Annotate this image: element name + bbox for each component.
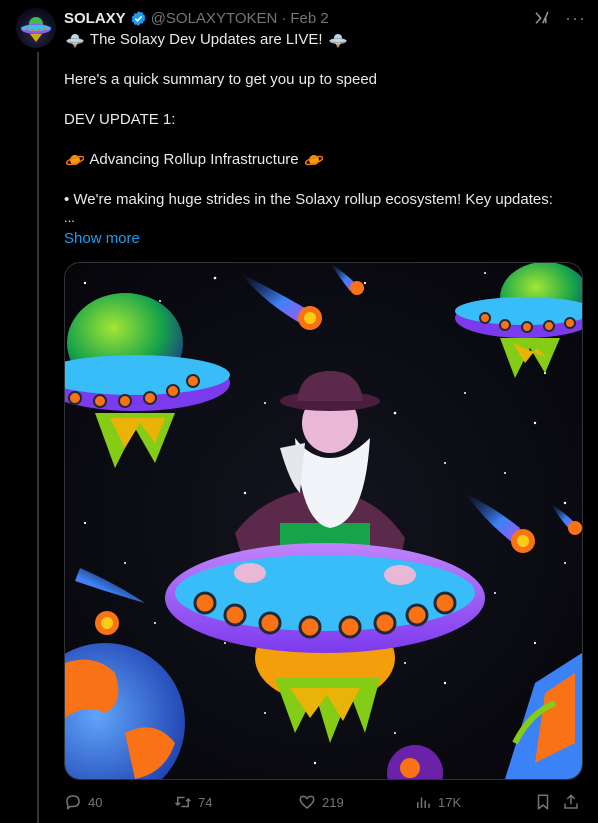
reply-count: 40 — [88, 794, 103, 810]
post-line-4: Advancing Rollup Infrastructure — [64, 150, 325, 170]
author-name[interactable]: SOLAXY — [64, 10, 126, 27]
reply-icon — [66, 795, 80, 810]
repost-count: 74 — [198, 794, 213, 810]
verified-badge-icon — [131, 10, 145, 26]
views-button[interactable]: 17K — [414, 790, 461, 814]
bookmark-button[interactable] — [534, 790, 552, 814]
show-more-link[interactable]: Show more — [64, 230, 140, 247]
grok-icon[interactable] — [533, 9, 551, 27]
ufo-emoji-icon — [329, 34, 347, 49]
post-line-5: • We're making huge strides in the Solax… — [64, 191, 553, 208]
post-date[interactable]: Feb 2 — [290, 10, 328, 27]
ufo-emoji-icon — [66, 34, 84, 49]
post-line-1: The Solaxy Dev Updates are LIVE! — [64, 30, 349, 50]
bookmark-icon — [537, 794, 549, 810]
more-options-icon[interactable]: ··· — [565, 9, 586, 27]
post-header: SOLAXY @SOLAXYTOKEN · Feb 2 ··· — [64, 8, 586, 28]
post-ellipsis: ... — [64, 210, 75, 225]
views-count: 17K — [438, 794, 462, 810]
like-button[interactable]: 219 — [298, 790, 344, 814]
reply-button[interactable]: 40 — [64, 790, 102, 814]
action-bar: 40 74 219 17K — [64, 790, 584, 814]
post-image[interactable] — [64, 262, 583, 780]
repost-button[interactable]: 74 — [174, 790, 212, 814]
post-line-3: DEV UPDATE 1: — [64, 111, 176, 128]
like-count: 219 — [322, 794, 344, 810]
share-button[interactable] — [562, 790, 580, 814]
post-line-2: Here's a quick summary to get you up to … — [64, 71, 378, 88]
views-icon — [417, 797, 430, 808]
ufo-avatar-icon[interactable] — [16, 8, 56, 48]
thread-line — [37, 52, 39, 823]
repost-icon — [174, 796, 192, 808]
separator-dot: · — [281, 9, 287, 27]
share-icon — [564, 794, 578, 809]
heart-icon — [299, 795, 315, 809]
author-handle[interactable]: @SOLAXYTOKEN — [151, 10, 278, 27]
ringed-planet-emoji-icon — [66, 155, 84, 166]
ringed-planet-emoji-icon — [304, 155, 323, 166]
